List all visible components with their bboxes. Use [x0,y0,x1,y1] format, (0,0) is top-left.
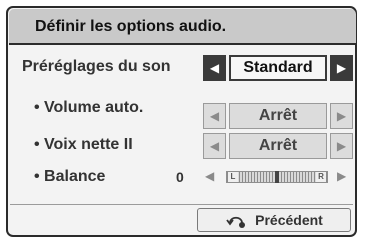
clear-voice-label: • Voix nette II [34,136,133,153]
clear-voice-value: Arrêt [229,133,327,159]
balance-slider[interactable]: L R [226,171,328,183]
back-button-label: Précédent [255,212,323,228]
next-arrow-icon[interactable]: ▶ [330,103,353,129]
balance-right-arrow-icon[interactable]: ▶ [337,169,346,183]
prev-arrow-icon[interactable]: ◀ [203,133,226,159]
auto-volume-label: • Volume auto. [34,99,144,116]
next-arrow-icon[interactable]: ▶ [330,133,353,159]
panel-header: Définir les options audio. [9,9,356,45]
prev-arrow-icon[interactable]: ◀ [203,103,226,129]
clear-voice-selector[interactable]: ◀ Arrêt ▶ [203,133,353,159]
back-button[interactable]: Précédent [197,208,351,232]
sound-preset-label: Préréglages du son [22,58,171,75]
balance-label: • Balance [34,168,106,185]
balance-left-tag: L [228,172,238,182]
prev-arrow-icon[interactable]: ◀ [203,55,226,81]
balance-value: 0 [176,169,184,185]
sound-preset-selector[interactable]: ◀ Standard ▶ [203,55,353,81]
footer-divider [10,204,353,205]
page-title: Définir les options audio. [35,18,227,35]
sound-preset-value: Standard [229,55,327,81]
next-arrow-icon[interactable]: ▶ [330,55,353,81]
auto-volume-value: Arrêt [229,103,327,129]
balance-left-arrow-icon[interactable]: ◀ [205,169,214,183]
balance-thumb[interactable] [275,171,279,183]
balance-right-tag: R [316,172,326,182]
return-arrow-icon [226,216,246,228]
auto-volume-selector[interactable]: ◀ Arrêt ▶ [203,103,353,129]
